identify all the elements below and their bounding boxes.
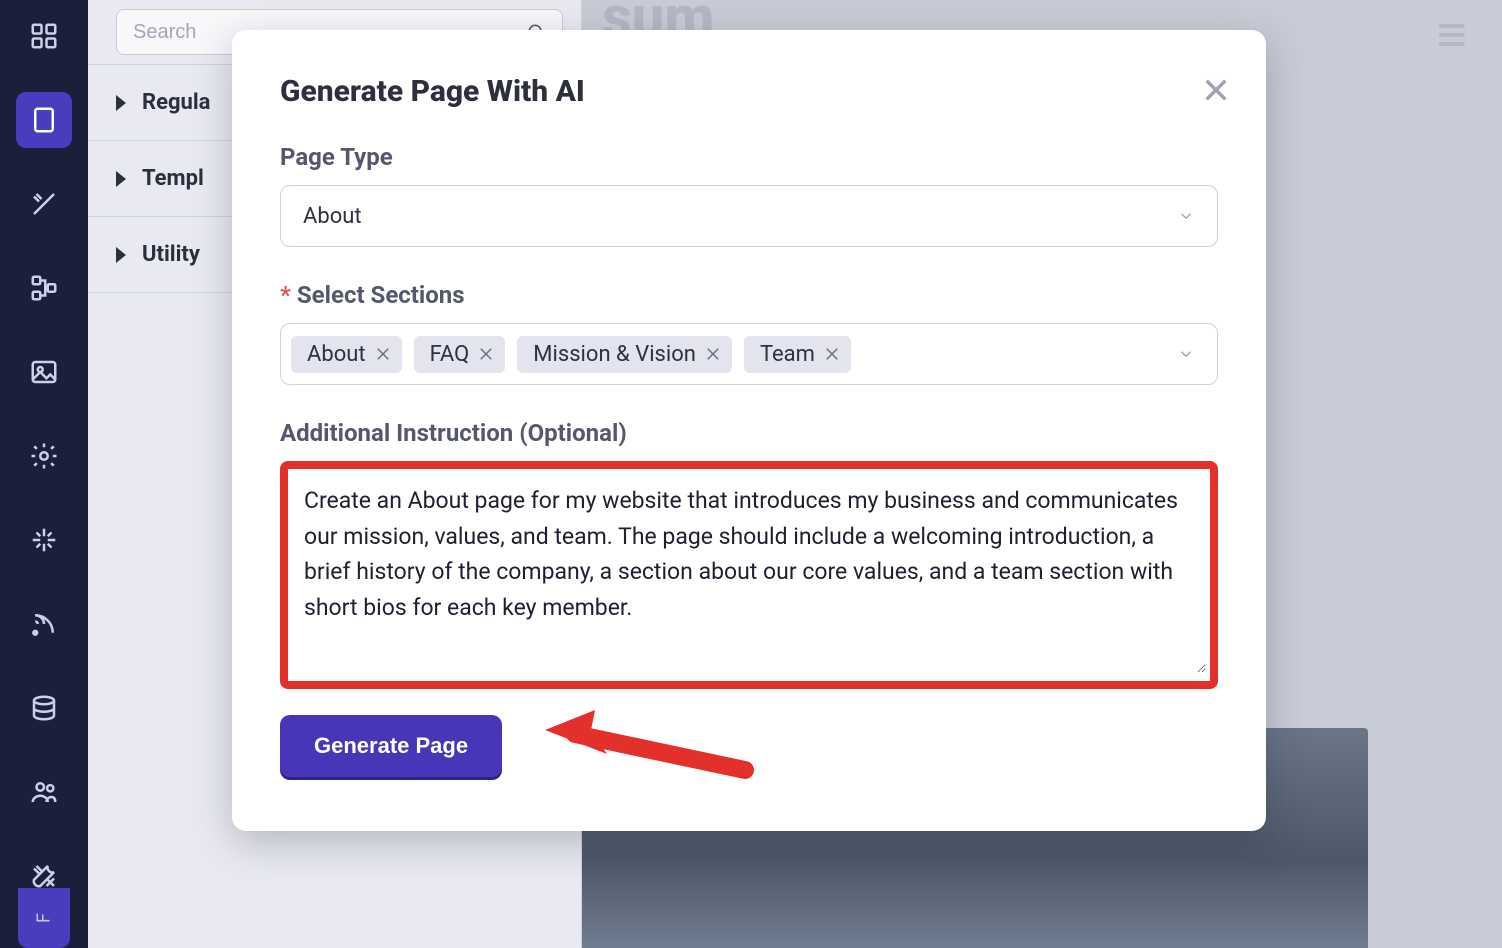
page-type-label: Page Type — [280, 143, 1218, 171]
tag-about: About — [291, 336, 402, 373]
instruction-textarea[interactable] — [292, 473, 1206, 673]
sections-label: *Select Sections — [280, 281, 1218, 309]
tag-remove-icon[interactable] — [477, 345, 495, 363]
tag-remove-icon[interactable] — [704, 345, 722, 363]
tag-label: Mission & Vision — [533, 342, 696, 367]
sections-label-text: Select Sections — [297, 281, 465, 309]
tag-remove-icon[interactable] — [374, 345, 392, 363]
page-type-select[interactable]: About — [280, 185, 1218, 247]
instruction-label: Additional Instruction (Optional) — [280, 419, 1218, 447]
page-type-value: About — [303, 204, 362, 229]
generate-page-modal: Generate Page With AI Page Type About *S… — [232, 30, 1266, 831]
required-marker: * — [280, 281, 291, 309]
chevron-down-icon — [1177, 345, 1195, 363]
tag-label: FAQ — [430, 342, 470, 367]
tag-remove-icon[interactable] — [823, 345, 841, 363]
sections-multiselect[interactable]: About FAQ Mission & Vision Team — [280, 323, 1218, 385]
tag-faq: FAQ — [414, 336, 506, 373]
modal-title: Generate Page With AI — [280, 74, 1218, 109]
close-button[interactable] — [1200, 74, 1232, 106]
tag-label: Team — [760, 342, 815, 367]
tag-label: About — [307, 342, 366, 367]
tag-mission: Mission & Vision — [517, 336, 732, 373]
instruction-highlight — [280, 461, 1218, 689]
close-icon — [1200, 74, 1232, 106]
chevron-down-icon — [1177, 207, 1195, 225]
tag-team: Team — [744, 336, 851, 373]
generate-page-button[interactable]: Generate Page — [280, 715, 502, 777]
